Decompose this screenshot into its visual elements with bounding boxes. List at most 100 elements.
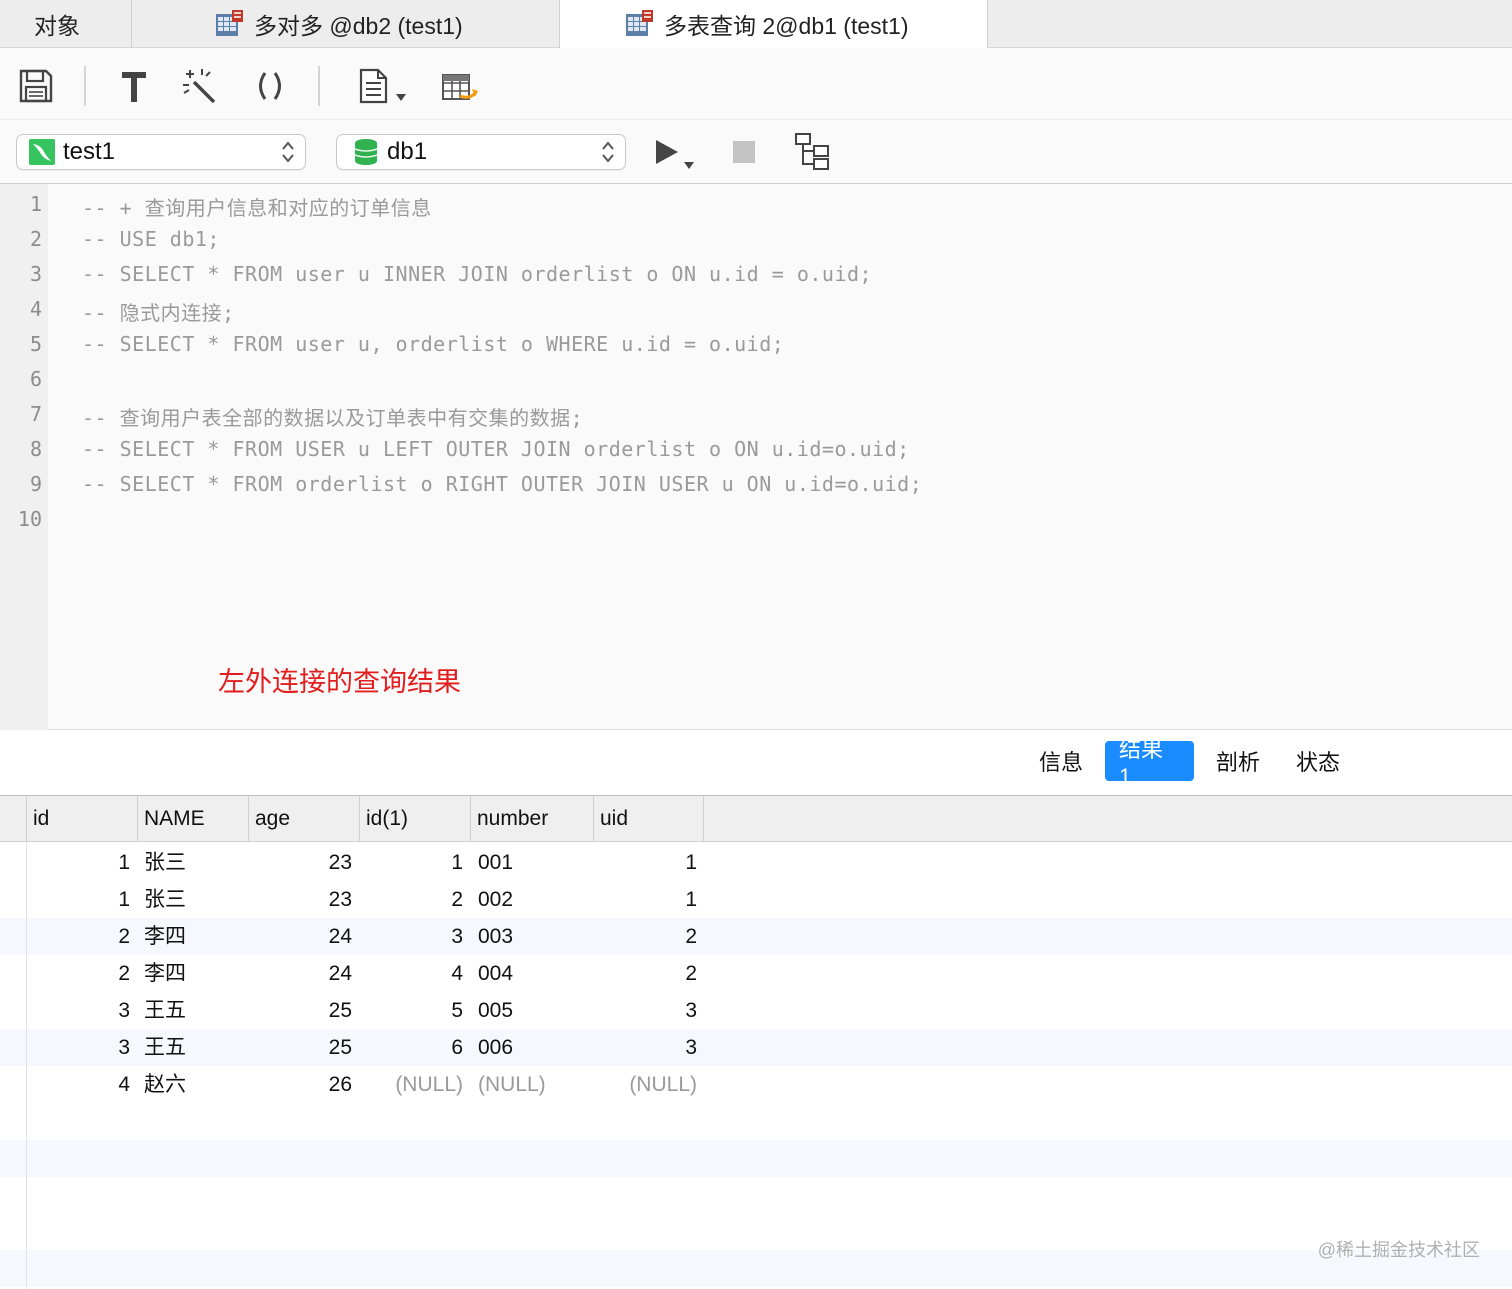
line-number: 8	[29, 437, 42, 461]
table-row[interactable]: 1 张三 23 1 001 1	[0, 844, 1512, 881]
table-row[interactable]: 2 李四 24 4 004 2	[0, 955, 1512, 992]
table-row[interactable]: 3 王五 25 6 006 3	[0, 1029, 1512, 1066]
cell-id[interactable]: 4	[26, 1066, 130, 1103]
tab-profile[interactable]: 剖析	[1202, 741, 1274, 781]
line-number-gutter: 1 2 3 4 5 6 7 8 9 10	[0, 184, 48, 730]
tab-info-label: 信息	[1039, 750, 1084, 775]
cell-number[interactable]: 006	[478, 1029, 513, 1066]
cell-uid[interactable]: 2	[593, 955, 697, 992]
tab-objects[interactable]: 对象	[0, 0, 132, 48]
tab-bar: 对象 多对多 @db2 (test1) 多表查询 2@db1 (test1)	[0, 0, 1512, 48]
result-tab-bar: 信息 结果 1 剖析 状态	[0, 730, 1512, 796]
save-icon[interactable]	[16, 66, 56, 106]
column-header-number[interactable]: number	[470, 796, 593, 842]
cell-id1[interactable]: 3	[359, 918, 463, 955]
cell-uid[interactable]: 3	[593, 992, 697, 1029]
column-header-uid[interactable]: uid	[593, 796, 704, 842]
sql-editor[interactable]: 1 2 3 4 5 6 7 8 9 10 -- + 查询用户信息和对应的订单信息…	[0, 184, 1512, 730]
tab-info[interactable]: 信息	[1025, 741, 1097, 781]
cell-age[interactable]: 24	[248, 955, 352, 992]
database-icon	[354, 139, 378, 165]
tab-query-many-to-many[interactable]: 多对多 @db2 (test1)	[132, 0, 560, 48]
cell-name[interactable]: 王五	[144, 1029, 186, 1066]
cell-uid[interactable]: 3	[593, 1029, 697, 1066]
column-header-age[interactable]: age	[248, 796, 359, 842]
cell-name[interactable]: 赵六	[144, 1066, 186, 1103]
snippet-icon[interactable]	[356, 66, 412, 106]
cell-number[interactable]: 005	[478, 992, 513, 1029]
cell-id[interactable]: 2	[26, 918, 130, 955]
connection-select[interactable]: test1	[16, 134, 306, 170]
database-name: db1	[387, 138, 428, 165]
cell-number[interactable]: 004	[478, 955, 513, 992]
beautify-icon[interactable]	[180, 66, 220, 106]
code-line: -- SELECT * FROM user u, orderlist o WHE…	[82, 332, 785, 356]
cell-number[interactable]: 003	[478, 918, 513, 955]
table-row[interactable]: 4 赵六 26 (NULL) (NULL) (NULL)	[0, 1066, 1512, 1103]
cell-uid[interactable]: 2	[593, 918, 697, 955]
tab-query-label: 多对多 @db2 (test1)	[254, 13, 463, 39]
run-icon[interactable]	[654, 136, 700, 172]
cell-id1[interactable]: 5	[359, 992, 463, 1029]
table-row[interactable]: 1 张三 23 2 002 1	[0, 881, 1512, 918]
cell-age[interactable]: 24	[248, 918, 352, 955]
cell-id[interactable]: 1	[26, 844, 130, 881]
grid-left-border	[26, 842, 27, 1289]
cell-number[interactable]: 001	[478, 844, 513, 881]
table-row[interactable]: 3 王五 25 5 005 3	[0, 992, 1512, 1029]
database-select[interactable]: db1	[336, 134, 626, 170]
table-row[interactable]: 2 李四 24 3 003 2	[0, 918, 1512, 955]
cell-uid[interactable]: 1	[593, 844, 697, 881]
cell-id1[interactable]: 4	[359, 955, 463, 992]
code-line: -- 查询用户表全部的数据以及订单表中有交集的数据;	[82, 406, 584, 430]
cell-age[interactable]: 25	[248, 1029, 352, 1066]
cell-id1[interactable]: 2	[359, 881, 463, 918]
cell-id1[interactable]: 6	[359, 1029, 463, 1066]
cell-name[interactable]: 张三	[144, 844, 186, 881]
column-header-id1[interactable]: id(1)	[359, 796, 470, 842]
code-line: -- USE db1;	[82, 227, 220, 251]
cell-age[interactable]: 23	[248, 881, 352, 918]
cell-id1[interactable]: 1	[359, 844, 463, 881]
toolbar-separator	[318, 66, 320, 106]
cell-number[interactable]: 002	[478, 881, 513, 918]
chevron-updown-icon	[282, 141, 294, 163]
line-number: 1	[29, 192, 42, 216]
tab-status[interactable]: 状态	[1282, 741, 1354, 781]
column-header-name[interactable]: NAME	[137, 796, 248, 842]
stop-icon[interactable]	[732, 140, 756, 164]
explain-icon[interactable]	[794, 132, 832, 172]
cell-uid[interactable]: (NULL)	[593, 1066, 697, 1103]
toolbar-separator	[84, 66, 86, 106]
cell-name[interactable]: 张三	[144, 881, 186, 918]
cell-id1[interactable]: (NULL)	[359, 1066, 463, 1103]
tab-query-multi-table[interactable]: 多表查询 2@db1 (test1)	[560, 0, 988, 48]
cell-name[interactable]: 李四	[144, 918, 186, 955]
cell-age[interactable]: 26	[248, 1066, 352, 1103]
query-table-icon	[216, 10, 243, 36]
chevron-updown-icon	[602, 141, 614, 163]
editor-toolbar	[0, 48, 1512, 120]
tab-objects-label: 对象	[34, 13, 80, 39]
cell-id[interactable]: 1	[26, 881, 130, 918]
empty-row	[0, 1140, 1512, 1177]
column-header-id[interactable]: id	[26, 796, 137, 842]
tab-result-1[interactable]: 结果 1	[1105, 737, 1194, 789]
parentheses-icon[interactable]	[250, 66, 290, 106]
connection-name: test1	[63, 138, 116, 165]
line-number: 9	[29, 472, 42, 496]
cell-number[interactable]: (NULL)	[478, 1066, 546, 1103]
tab-result-label: 结果 1	[1119, 737, 1164, 789]
line-number: 2	[29, 227, 42, 251]
cell-uid[interactable]: 1	[593, 881, 697, 918]
format-icon[interactable]	[114, 66, 154, 106]
cell-id[interactable]: 3	[26, 992, 130, 1029]
cell-id[interactable]: 2	[26, 955, 130, 992]
result-grid[interactable]: id NAME age id(1) number uid 1 张三 23 1 0…	[0, 796, 1512, 1289]
table-export-icon[interactable]	[440, 66, 480, 106]
cell-name[interactable]: 李四	[144, 955, 186, 992]
cell-age[interactable]: 23	[248, 844, 352, 881]
cell-age[interactable]: 25	[248, 992, 352, 1029]
cell-name[interactable]: 王五	[144, 992, 186, 1029]
cell-id[interactable]: 3	[26, 1029, 130, 1066]
